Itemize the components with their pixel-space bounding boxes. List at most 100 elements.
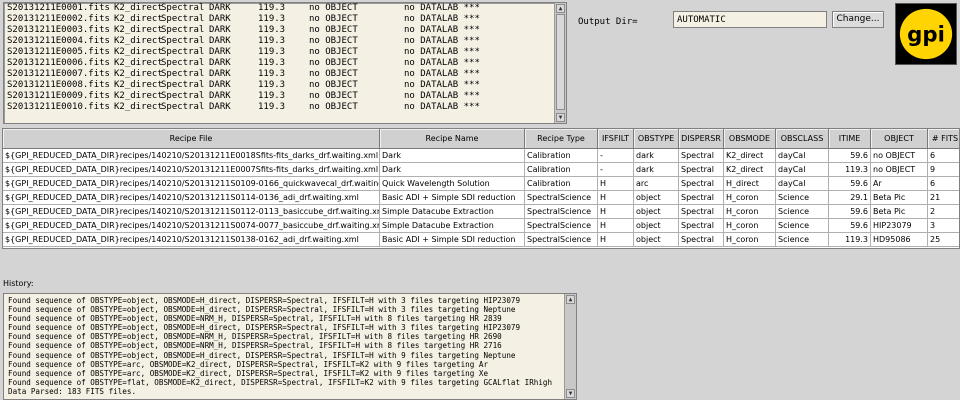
- file-list-cell: S20131211E0008.fits: [7, 80, 110, 90]
- column-header-obsclass[interactable]: OBSCLASS: [776, 129, 829, 149]
- table-row[interactable]: ${GPI_REDUCED_DATA_DIR}recipes/140210/S2…: [3, 191, 959, 205]
- file-list-cell: K2_direct: [114, 102, 163, 112]
- file-list-cell: K2_direct: [114, 14, 163, 24]
- history-log[interactable]: Found sequence of OBSTYPE=object, OBSMOD…: [3, 293, 577, 400]
- cell-dispersr: Spectral: [679, 177, 724, 191]
- scrollbar-thumb[interactable]: [556, 14, 565, 110]
- file-list-cell: DARK: [209, 14, 231, 24]
- file-list-cell: Spectral: [161, 91, 205, 101]
- cell-obstype: object: [634, 233, 679, 247]
- file-list-cell: K2_direct: [114, 91, 163, 101]
- file-list-cell: K2_direct: [114, 25, 163, 35]
- table-row[interactable]: ${GPI_REDUCED_DATA_DIR}recipes/140210/S2…: [3, 205, 959, 219]
- table-row[interactable]: ${GPI_REDUCED_DATA_DIR}recipes/140210/S2…: [3, 219, 959, 233]
- scroll-down-arrow-icon[interactable]: ▼: [556, 113, 565, 122]
- cell-itime: 29.1: [829, 191, 871, 205]
- history-line: Found sequence of OBSTYPE=object, OBSMOD…: [8, 350, 516, 360]
- file-list-cell: Spectral: [161, 47, 205, 57]
- history-line: Found sequence of OBSTYPE=object, OBSMOD…: [8, 305, 516, 315]
- cell-num-fits: 21: [928, 191, 959, 205]
- cell-recipe-file: ${GPI_REDUCED_DATA_DIR}recipes/140210/S2…: [3, 163, 380, 177]
- cell-recipe-file: ${GPI_REDUCED_DATA_DIR}recipes/140210/S2…: [3, 205, 380, 219]
- column-header-obstype[interactable]: OBSTYPE: [634, 129, 679, 149]
- cell-itime: 59.6: [829, 205, 871, 219]
- cell-obstype: object: [634, 191, 679, 205]
- scroll-down-arrow-icon[interactable]: ▼: [566, 389, 575, 398]
- recipe-table[interactable]: Recipe File Recipe Name Recipe Type IFSFILT…: [2, 128, 960, 249]
- table-row[interactable]: ${GPI_REDUCED_DATA_DIR}recipes/140210/S2…: [3, 163, 959, 177]
- column-header-ifsfilt[interactable]: IFSFILT: [598, 129, 634, 149]
- file-list-cell: K2_direct: [114, 80, 163, 90]
- file-list-cell: 119.3: [258, 91, 286, 101]
- cell-obsmode: K2_direct: [724, 149, 776, 163]
- cell-object: no OBJECT: [871, 163, 928, 177]
- file-list-item[interactable]: S20131211E0006.fits K2_direct Spectral DARK…: [4, 58, 554, 69]
- cell-ifsfilt: H: [598, 205, 634, 219]
- file-list-cell: DARK: [209, 91, 231, 101]
- column-header-object[interactable]: OBJECT: [871, 129, 928, 149]
- file-list-item[interactable]: S20131211E0009.fits K2_direct Spectral DARK…: [4, 91, 554, 102]
- file-list-cell: 119.3: [258, 102, 286, 112]
- cell-num-fits: 6: [928, 149, 959, 163]
- file-list-cell: no OBJECT: [309, 14, 358, 24]
- scroll-up-arrow-icon[interactable]: ▲: [566, 295, 575, 304]
- file-list-item[interactable]: S20131211E0001.fits K2_direct Spectral DARK…: [4, 3, 554, 14]
- fits-file-list[interactable]: S20131211E0001.fits K2_direct Spectral DARK…: [3, 2, 567, 124]
- cell-recipe-file: ${GPI_REDUCED_DATA_DIR}recipes/140210/S2…: [3, 233, 380, 247]
- cell-obsclass: Science: [776, 233, 829, 247]
- cell-ifsfilt: -: [598, 149, 634, 163]
- column-header-itime[interactable]: ITIME: [829, 129, 871, 149]
- file-list-cell: no DATALAB ***: [404, 14, 480, 24]
- cell-ifsfilt: -: [598, 163, 634, 177]
- change-output-dir-button[interactable]: Change...: [832, 11, 884, 28]
- cell-itime: 59.6: [829, 219, 871, 233]
- cell-dispersr: Spectral: [679, 219, 724, 233]
- file-list-cell: 119.3: [258, 14, 286, 24]
- cell-obsclass: dayCal: [776, 149, 829, 163]
- table-row[interactable]: ${GPI_REDUCED_DATA_DIR}recipes/140210/S2…: [3, 233, 959, 247]
- column-header-dispersr[interactable]: DISPERSR: [679, 129, 724, 149]
- file-list-cell: no DATALAB ***: [404, 102, 480, 112]
- cell-obsclass: Science: [776, 205, 829, 219]
- cell-recipe-type: Calibration: [525, 149, 598, 163]
- cell-recipe-type: SpectralScience: [525, 219, 598, 233]
- history-scrollbar[interactable]: ▲ ▼: [564, 294, 576, 399]
- file-list-cell: DARK: [209, 47, 231, 57]
- file-list-cell: Spectral: [161, 102, 205, 112]
- cell-object: Beta Pic: [871, 205, 928, 219]
- output-dir-field[interactable]: AUTOMATIC: [673, 11, 827, 28]
- file-list-cell: DARK: [209, 80, 231, 90]
- column-header-recipe-type[interactable]: Recipe Type: [525, 129, 598, 149]
- file-list-item[interactable]: S20131211E0003.fits K2_direct Spectral DARK…: [4, 25, 554, 36]
- file-list-cell: no DATALAB ***: [404, 47, 480, 57]
- file-list-item[interactable]: S20131211E0007.fits K2_direct Spectral DARK…: [4, 69, 554, 80]
- scroll-up-arrow-icon[interactable]: ▲: [556, 4, 565, 13]
- cell-num-fits: 6: [928, 177, 959, 191]
- cell-num-fits: 3: [928, 219, 959, 233]
- file-list-cell: S20131211E0010.fits: [7, 102, 110, 112]
- file-list-cell: no OBJECT: [309, 36, 358, 46]
- cell-dispersr: Spectral: [679, 191, 724, 205]
- cell-recipe-name: Quick Wavelength Solution: [380, 177, 525, 191]
- file-list-cell: 119.3: [258, 58, 286, 68]
- column-header-recipe-name[interactable]: Recipe Name: [380, 129, 525, 149]
- file-list-item[interactable]: S20131211E0008.fits K2_direct Spectral DARK…: [4, 80, 554, 91]
- history-label: History:: [3, 279, 34, 288]
- column-header-recipe-file[interactable]: Recipe File: [3, 129, 380, 149]
- file-list-item[interactable]: S20131211E0005.fits K2_direct Spectral DARK…: [4, 47, 554, 58]
- table-row[interactable]: ${GPI_REDUCED_DATA_DIR}recipes/140210/S2…: [3, 177, 959, 191]
- cell-recipe-type: SpectralScience: [525, 191, 598, 205]
- file-list-item[interactable]: S20131211E0010.fits K2_direct Spectral DARK…: [4, 102, 554, 113]
- column-header-obsmode[interactable]: OBSMODE: [724, 129, 776, 149]
- file-list-cell: no DATALAB ***: [404, 58, 480, 68]
- file-list-cell: S20131211E0005.fits: [7, 47, 110, 57]
- file-list-cell: DARK: [209, 36, 231, 46]
- file-list-scrollbar[interactable]: ▲ ▼: [554, 3, 566, 123]
- table-row[interactable]: ${GPI_REDUCED_DATA_DIR}recipes/140210/S2…: [3, 149, 959, 163]
- file-list-cell: DARK: [209, 69, 231, 79]
- column-header-num-fits[interactable]: # FITS: [928, 129, 959, 149]
- file-list-item[interactable]: S20131211E0002.fits K2_direct Spectral DARK…: [4, 14, 554, 25]
- file-list-cell: Spectral: [161, 69, 205, 79]
- cell-recipe-file: ${GPI_REDUCED_DATA_DIR}recipes/140210/S2…: [3, 149, 380, 163]
- file-list-item[interactable]: S20131211E0004.fits K2_direct Spectral DARK…: [4, 36, 554, 47]
